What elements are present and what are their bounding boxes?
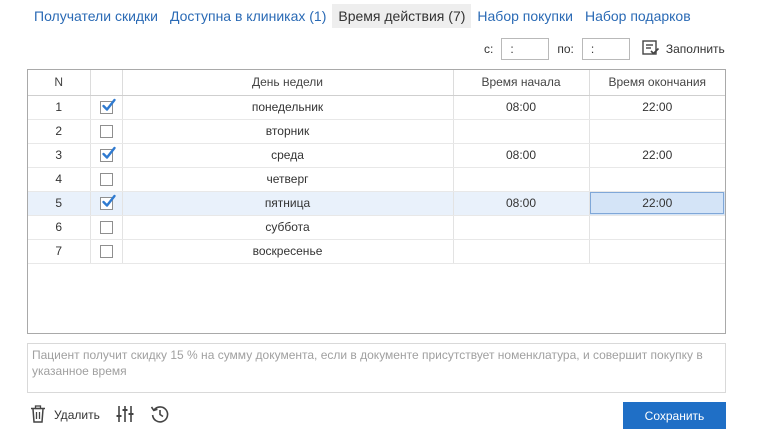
weekday-cell: четверг — [122, 167, 454, 192]
to-label: по: — [557, 42, 574, 56]
day-checkbox[interactable] — [99, 173, 113, 187]
table-row[interactable]: 5 пятница 08:00 22:00 — [28, 191, 725, 216]
weekday-cell: среда — [122, 143, 454, 168]
day-checkbox-checked[interactable] — [99, 146, 116, 163]
row-number: 2 — [28, 119, 91, 144]
day-checkbox[interactable] — [99, 125, 113, 139]
from-label: с: — [484, 42, 494, 56]
from-time-input[interactable]: : — [501, 38, 550, 60]
row-number: 1 — [28, 95, 91, 120]
checklist-icon — [642, 39, 666, 59]
row-number: 7 — [28, 239, 91, 264]
row-checkbox-cell — [90, 215, 123, 240]
end-time-cell[interactable] — [589, 239, 725, 264]
sliders-icon — [116, 405, 134, 426]
discount-description[interactable]: Пациент получит скидку 15 % на сумму док… — [27, 343, 726, 393]
row-checkbox-cell — [90, 167, 123, 192]
table-row[interactable]: 3 среда 08:00 22:00 — [28, 143, 725, 168]
column-header-start[interactable]: Время начала — [453, 70, 590, 96]
end-time-cell[interactable] — [589, 167, 725, 192]
table-row[interactable]: 7 воскресенье — [28, 239, 725, 264]
day-checkbox[interactable] — [99, 245, 113, 259]
fill-button[interactable]: Заполнить — [642, 39, 725, 59]
end-time-cell[interactable] — [589, 119, 725, 144]
column-header-day[interactable]: День недели — [122, 70, 454, 96]
schedule-grid: N День недели Время начала Время окончан… — [27, 69, 726, 334]
end-time-cell[interactable]: 22:00 — [589, 143, 725, 168]
trash-icon — [30, 404, 54, 426]
table-row[interactable]: 6 суббота — [28, 215, 725, 240]
settings-button[interactable] — [116, 405, 134, 426]
end-time-cell[interactable]: 22:00 — [589, 191, 725, 216]
tab-purchase-set[interactable]: Набор покупки — [471, 4, 579, 28]
delete-button[interactable]: Удалить — [30, 404, 100, 426]
history-icon — [150, 404, 170, 427]
row-checkbox-cell — [90, 143, 123, 168]
table-row[interactable]: 4 четверг — [28, 167, 725, 192]
column-header-check[interactable] — [90, 70, 123, 96]
grid-header-row: N День недели Время начала Время окончан… — [28, 70, 725, 96]
weekday-cell: суббота — [122, 215, 454, 240]
start-time-cell[interactable]: 08:00 — [453, 95, 590, 120]
table-row[interactable]: 1 понедельник 08:00 22:00 — [28, 95, 725, 120]
weekday-cell: воскресенье — [122, 239, 454, 264]
bottom-toolbar: Удалить — [30, 403, 170, 427]
start-time-cell[interactable] — [453, 167, 590, 192]
start-time-cell[interactable] — [453, 119, 590, 144]
day-checkbox[interactable] — [99, 221, 113, 235]
tab-gift-set[interactable]: Набор подарков — [579, 4, 697, 28]
tab-clinics[interactable]: Доступна в клиниках (1) — [164, 4, 332, 28]
row-checkbox-cell — [90, 191, 123, 216]
end-time-cell[interactable]: 22:00 — [589, 95, 725, 120]
end-time-cell[interactable] — [589, 215, 725, 240]
table-row[interactable]: 2 вторник — [28, 119, 725, 144]
row-number: 4 — [28, 167, 91, 192]
row-number: 3 — [28, 143, 91, 168]
tab-validity-time[interactable]: Время действия (7) — [332, 4, 472, 28]
weekday-cell: пятница — [122, 191, 454, 216]
history-button[interactable] — [150, 404, 170, 427]
row-number: 5 — [28, 191, 91, 216]
row-checkbox-cell — [90, 95, 123, 120]
tab-recipients[interactable]: Получатели скидки — [28, 4, 164, 28]
row-checkbox-cell — [90, 239, 123, 264]
row-checkbox-cell — [90, 119, 123, 144]
delete-button-label: Удалить — [54, 408, 100, 422]
time-range-toolbar: с: : по: : Заполнить — [484, 38, 725, 60]
column-header-end[interactable]: Время окончания — [589, 70, 725, 96]
day-checkbox-checked[interactable] — [99, 194, 116, 211]
save-button[interactable]: Сохранить — [623, 402, 726, 429]
start-time-cell[interactable]: 08:00 — [453, 191, 590, 216]
day-checkbox-checked[interactable] — [99, 98, 116, 115]
tab-bar: Получатели скидки Доступна в клиниках (1… — [28, 4, 697, 28]
to-time-input[interactable]: : — [581, 38, 630, 60]
column-header-n[interactable]: N — [28, 70, 91, 96]
weekday-cell: понедельник — [122, 95, 454, 120]
weekday-cell: вторник — [122, 119, 454, 144]
start-time-cell[interactable] — [453, 215, 590, 240]
fill-button-label: Заполнить — [665, 42, 725, 56]
start-time-cell[interactable] — [453, 239, 590, 264]
row-number: 6 — [28, 215, 91, 240]
start-time-cell[interactable]: 08:00 — [453, 143, 590, 168]
